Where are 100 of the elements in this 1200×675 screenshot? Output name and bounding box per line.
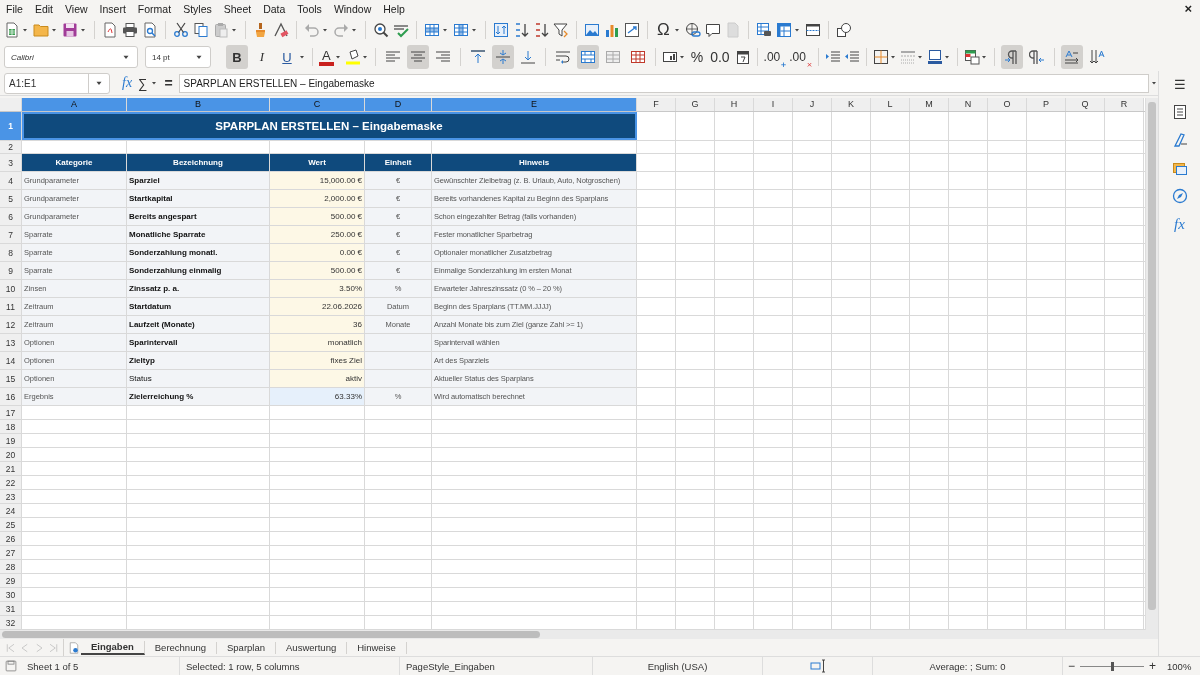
column-header[interactable]: B <box>127 98 270 112</box>
print-preview-icon[interactable] <box>142 22 158 38</box>
row-number[interactable]: 4 <box>0 172 22 190</box>
font-name-field[interactable]: Calibri <box>4 46 138 68</box>
caret-icon[interactable] <box>888 53 897 61</box>
formula-button[interactable]: = <box>162 75 175 92</box>
menu-item[interactable]: Help <box>383 2 411 15</box>
highlighter-icon[interactable] <box>344 49 361 65</box>
row-number[interactable]: 14 <box>0 352 22 370</box>
underline-button[interactable]: U <box>276 45 298 69</box>
caret-icon[interactable] <box>230 26 238 34</box>
outdent-icon[interactable] <box>843 49 860 65</box>
caret-icon[interactable] <box>792 26 801 34</box>
add-sheet-icon[interactable] <box>67 641 81 654</box>
column-header[interactable]: A <box>22 98 127 112</box>
menu-item[interactable]: Window <box>333 2 378 15</box>
sum-button[interactable]: ∑ <box>136 75 150 91</box>
indent-icon[interactable] <box>824 49 841 65</box>
caret-icon[interactable] <box>321 26 329 34</box>
column-header[interactable]: L <box>871 98 910 112</box>
delete-decimal-button[interactable]: .00 <box>789 50 812 64</box>
row-number[interactable]: 13 <box>0 334 22 352</box>
align-middle-button[interactable] <box>491 45 514 69</box>
caret-icon[interactable] <box>360 53 369 61</box>
sort-descending-icon[interactable] <box>533 22 549 38</box>
horizontal-scrollbar[interactable] <box>0 630 1158 639</box>
row-number[interactable]: 17 <box>0 406 22 420</box>
column-header[interactable]: R <box>1105 98 1144 112</box>
row-number[interactable]: 28 <box>0 560 22 574</box>
zoom-in-button[interactable]: + <box>1144 657 1162 675</box>
column-header[interactable]: H <box>715 98 754 112</box>
column-header[interactable]: Q <box>1066 98 1105 112</box>
column-header[interactable]: G <box>676 98 715 112</box>
caret-icon[interactable] <box>21 26 29 34</box>
column-header[interactable]: N <box>949 98 988 112</box>
menu-item[interactable]: Format <box>137 2 178 15</box>
vertical-scrollbar[interactable] <box>1145 98 1158 631</box>
column-header[interactable]: F <box>637 98 676 112</box>
shapes-icon[interactable] <box>835 22 852 38</box>
row-number[interactable]: 25 <box>0 518 22 532</box>
navigator-icon[interactable] <box>1171 188 1188 204</box>
borders-icon[interactable] <box>872 49 889 65</box>
menu-item[interactable]: Edit <box>34 2 59 15</box>
merge-and-center-button[interactable] <box>576 45 599 69</box>
horizontal-text-button[interactable] <box>1060 45 1083 69</box>
freeze-rows-icon[interactable] <box>775 22 792 38</box>
new-spreadsheet-icon[interactable] <box>4 22 20 38</box>
italic-button[interactable]: I <box>251 45 273 69</box>
row-number[interactable]: 10 <box>0 280 22 298</box>
hyperlink-icon[interactable] <box>684 22 701 38</box>
row-number[interactable]: 32 <box>0 616 22 630</box>
functions-button[interactable]: fx <box>1174 216 1185 233</box>
menu-item[interactable]: Insert <box>99 2 132 15</box>
row-number[interactable]: 18 <box>0 420 22 434</box>
cut-icon[interactable] <box>173 22 189 38</box>
caret-icon[interactable] <box>441 26 449 34</box>
name-box[interactable]: A1:E1 <box>4 72 110 94</box>
sort-ascending-icon[interactable] <box>513 22 529 38</box>
calendar-icon[interactable] <box>734 49 751 65</box>
columns-icon[interactable] <box>453 22 469 38</box>
bold-button[interactable]: B <box>226 45 248 69</box>
filter-icon[interactable] <box>553 22 569 38</box>
spellcheck-icon[interactable] <box>393 22 409 38</box>
menu-item[interactable]: Sheet <box>223 2 258 15</box>
clear-formatting-icon[interactable] <box>273 22 289 38</box>
status-text[interactable]: English (USA) <box>593 657 763 675</box>
image-icon[interactable] <box>584 22 600 38</box>
column-header[interactable]: J <box>793 98 832 112</box>
left-to-right-button[interactable] <box>1000 45 1023 69</box>
add-decimal-button[interactable]: .00 <box>763 50 787 64</box>
row-number[interactable]: 9 <box>0 262 22 280</box>
close-button[interactable]: × <box>1184 1 1192 16</box>
sheet-tab[interactable]: Eingaben <box>81 640 145 655</box>
percent-format-button[interactable]: % <box>688 49 706 65</box>
caret-icon[interactable] <box>298 53 306 61</box>
row-number[interactable]: 27 <box>0 546 22 560</box>
row-number[interactable]: 3 <box>0 154 22 172</box>
save-icon[interactable] <box>62 22 78 38</box>
row-number[interactable]: 15 <box>0 370 22 388</box>
row-number[interactable]: 5 <box>0 190 22 208</box>
row-number[interactable]: 19 <box>0 434 22 448</box>
split-window-icon[interactable] <box>804 22 821 38</box>
column-header[interactable]: P <box>1027 98 1066 112</box>
caret-icon[interactable] <box>79 26 87 34</box>
column-header[interactable]: E <box>432 98 637 112</box>
caret-icon[interactable] <box>677 53 686 61</box>
row-number[interactable]: 26 <box>0 532 22 546</box>
row-number[interactable]: 23 <box>0 490 22 504</box>
menu-item[interactable]: Tools <box>297 2 328 15</box>
row-number[interactable]: 21 <box>0 462 22 476</box>
column-header[interactable]: O <box>988 98 1027 112</box>
printer-icon[interactable] <box>122 22 138 38</box>
column-header[interactable]: C <box>270 98 365 112</box>
row-number[interactable]: 6 <box>0 208 22 226</box>
caret-icon[interactable] <box>915 53 924 61</box>
copy-icon[interactable] <box>193 22 209 38</box>
selection-mode-icon[interactable] <box>809 658 826 674</box>
caret-icon[interactable] <box>350 26 358 34</box>
comment-icon[interactable] <box>704 22 721 38</box>
zoom-out-button[interactable]: − <box>1063 657 1080 675</box>
